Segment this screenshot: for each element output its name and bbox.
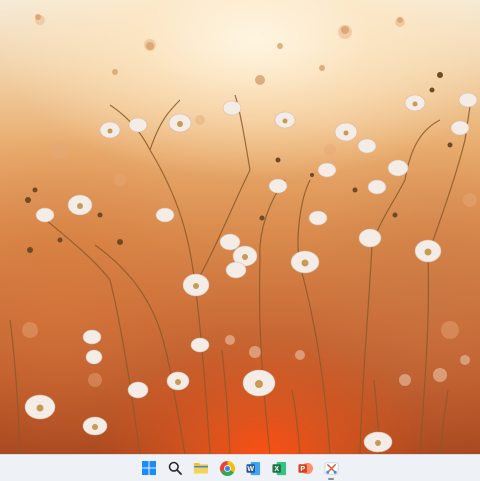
chrome-icon	[219, 460, 235, 476]
svg-text:P: P	[300, 466, 305, 473]
word-button[interactable]: W	[243, 458, 263, 478]
search-button[interactable]	[165, 458, 185, 478]
snipping-tool-icon	[324, 462, 338, 474]
excel-icon: X	[271, 461, 286, 475]
folder-icon	[194, 463, 208, 474]
search-icon	[168, 461, 182, 475]
svg-text:X: X	[274, 466, 279, 473]
wallpaper-flowers-art	[9, 14, 478, 454]
word-icon: W	[245, 461, 260, 475]
svg-text:W: W	[247, 466, 254, 473]
windows-logo-icon	[142, 461, 156, 475]
powerpoint-button[interactable]: P	[295, 458, 315, 478]
file-explorer-button[interactable]	[191, 458, 211, 478]
excel-button[interactable]: X	[269, 458, 289, 478]
snipping-tool-button[interactable]	[321, 458, 341, 480]
chrome-button[interactable]	[217, 458, 237, 478]
desktop-wallpaper	[0, 0, 480, 454]
start-button[interactable]	[139, 458, 159, 478]
taskbar: W X P	[0, 454, 480, 481]
powerpoint-icon: P	[297, 462, 313, 474]
